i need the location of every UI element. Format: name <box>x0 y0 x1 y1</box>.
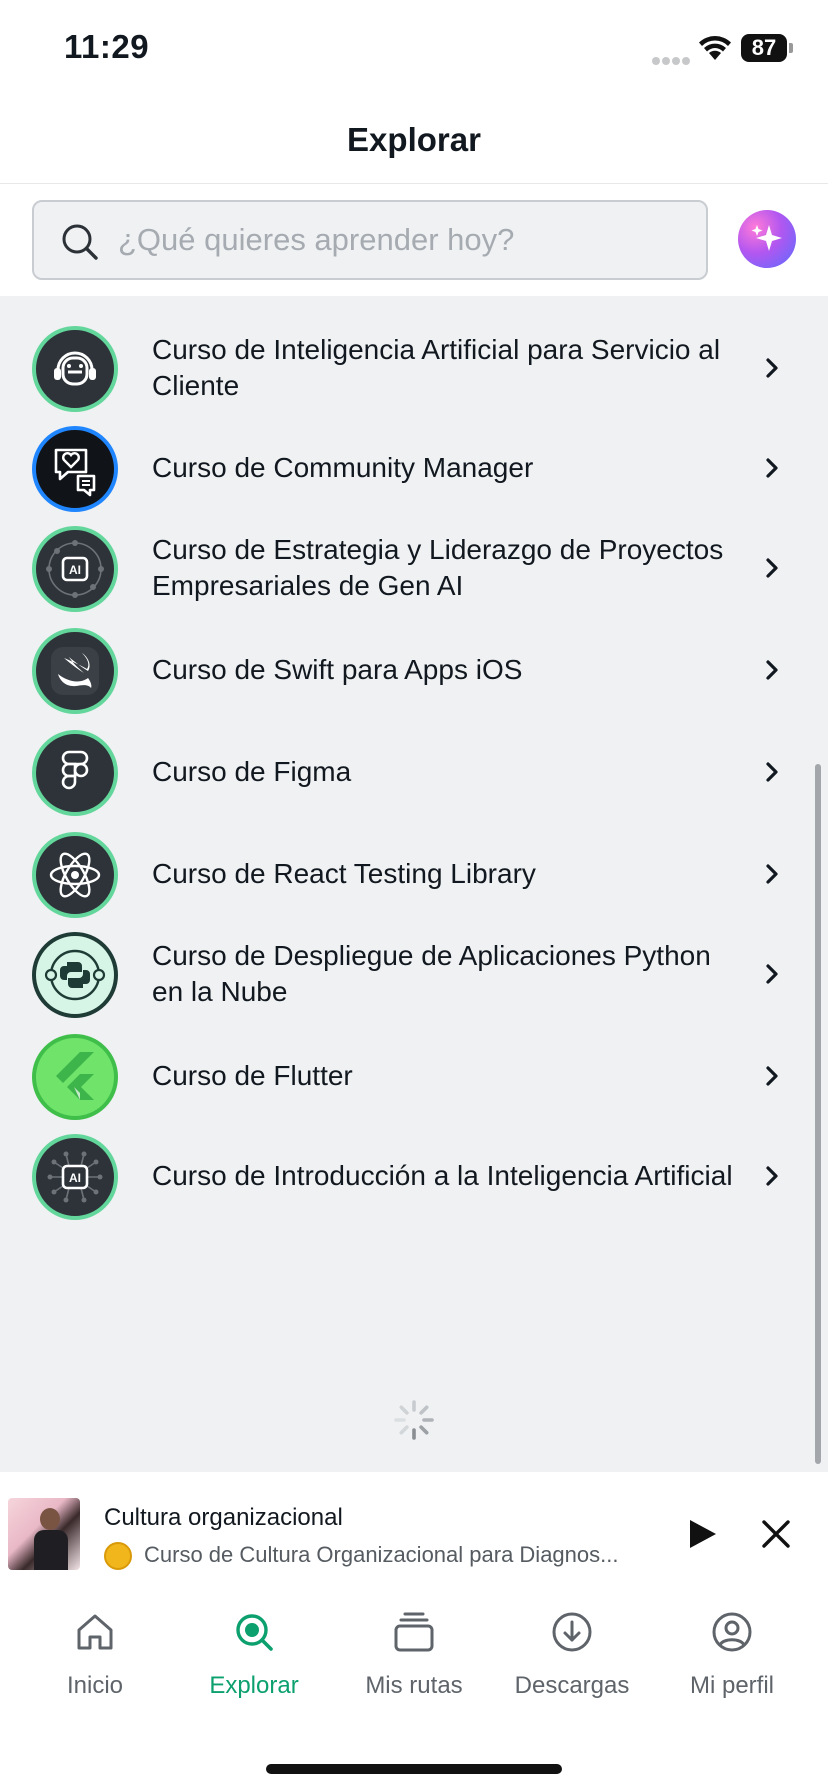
home-indicator <box>266 1764 562 1774</box>
list-item[interactable]: Curso de Inteligencia Artificial para Se… <box>0 312 828 424</box>
nav-header: Explorar <box>0 96 828 184</box>
list-item[interactable]: Curso de Figma <box>0 716 828 828</box>
page-title: Explorar <box>347 121 481 158</box>
ai-assistant-button[interactable] <box>738 210 796 268</box>
course-badge <box>32 730 118 816</box>
course-badge <box>32 932 118 1018</box>
battery-tip <box>789 43 793 53</box>
list-item[interactable]: Curso de Swift para Apps iOS <box>0 614 828 726</box>
tab-label: Explorar <box>209 1672 299 1699</box>
chevron-right-icon <box>766 864 778 884</box>
loading-spinner-icon <box>394 1400 434 1440</box>
chevron-right-icon <box>766 660 778 680</box>
tab-label: Mis rutas <box>365 1672 463 1699</box>
search-input[interactable] <box>118 216 688 264</box>
tab-label: Inicio <box>66 1672 124 1699</box>
search-area <box>0 184 828 296</box>
home-icon <box>77 1614 113 1650</box>
wifi-icon <box>699 36 731 60</box>
course-title: Curso de Despliegue de Aplicaciones Pyth… <box>152 940 711 1007</box>
chevron-right-icon <box>766 1166 778 1186</box>
list-item[interactable]: Curso de Flutter <box>0 1020 828 1132</box>
react-icon <box>49 852 101 898</box>
signal-icon <box>652 52 692 65</box>
search-box[interactable] <box>32 200 708 280</box>
chevron-right-icon <box>766 762 778 782</box>
svg-text:AI: AI <box>69 563 81 577</box>
chevron-right-icon <box>766 458 778 478</box>
download-icon <box>552 1612 592 1652</box>
chevron-right-icon <box>766 964 778 984</box>
chat-heart-icon <box>54 448 96 497</box>
list-item[interactable]: AI Curso de Introducción a la Inteligenc… <box>0 1120 828 1232</box>
tab-label: Mi perfil <box>689 1672 774 1699</box>
course-title: Curso de Inteligencia Artificial para Se… <box>152 334 721 401</box>
svg-text:AI: AI <box>69 1171 81 1185</box>
course-badge <box>32 1034 118 1120</box>
list-item[interactable]: Curso de Despliegue de Aplicaciones Pyth… <box>0 918 828 1030</box>
python-cloud-icon <box>44 949 106 1001</box>
list-item[interactable]: AI Curso de Estrategia y Liderazgo de Pr… <box>0 512 828 624</box>
player-subtitle: Curso de Cultura Organizacional para Dia… <box>144 1542 619 1567</box>
sparkle-icon <box>751 225 782 251</box>
list-item[interactable]: Curso de React Testing Library <box>0 818 828 930</box>
play-icon[interactable] <box>686 1518 718 1550</box>
course-title: Curso de Swift para Apps iOS <box>152 654 523 685</box>
player-thumbnail <box>8 1498 80 1570</box>
close-icon[interactable] <box>760 1518 792 1550</box>
tab-explorar[interactable]: Explorar <box>174 1610 334 1730</box>
ai-network-icon: AI <box>46 540 104 598</box>
chevron-right-icon <box>766 358 778 378</box>
battery-indicator: 87 <box>741 34 787 62</box>
tab-descargas[interactable]: Descargas <box>492 1610 652 1730</box>
tab-bar: Inicio Explorar Mis rutas Descargas Mi p… <box>0 1594 828 1792</box>
chevron-right-icon <box>766 1066 778 1086</box>
course-badge: AI <box>32 1134 118 1220</box>
tab-label: Descargas <box>514 1672 630 1699</box>
course-badge <box>32 832 118 918</box>
headset-robot-icon <box>54 351 96 386</box>
scrollbar[interactable] <box>815 764 821 1464</box>
tab-mis-rutas[interactable]: Mis rutas <box>334 1610 494 1730</box>
list-item[interactable]: Curso de Community Manager <box>0 412 828 524</box>
course-title: Curso de Community Manager <box>152 452 534 483</box>
profile-icon <box>712 1612 752 1652</box>
course-title: Curso de Estrategia y Liderazgo de Proye… <box>152 534 724 601</box>
stack-icon <box>394 1612 434 1652</box>
course-title: Curso de Figma <box>152 756 352 787</box>
figma-icon <box>61 750 89 790</box>
course-title: Curso de React Testing Library <box>152 858 536 889</box>
course-badge <box>32 326 118 412</box>
ai-chip-icon: AI <box>47 1151 103 1203</box>
course-title: Curso de Flutter <box>152 1060 353 1091</box>
flutter-icon <box>56 1052 94 1100</box>
status-bar: 11:29 87 <box>0 0 828 96</box>
chevron-right-icon <box>766 558 778 578</box>
tab-mi-perfil[interactable]: Mi perfil <box>652 1610 812 1730</box>
explore-icon <box>236 1614 273 1651</box>
search-icon <box>62 224 98 260</box>
course-badge <box>32 426 118 512</box>
mini-player[interactable]: Cultura organizacional Curso de Cultura … <box>0 1472 828 1594</box>
course-icon <box>104 1542 132 1570</box>
course-title: Curso de Introducción a la Inteligencia … <box>152 1160 733 1191</box>
status-time: 11:29 <box>64 28 150 65</box>
course-badge: AI <box>32 526 118 612</box>
swift-icon <box>51 647 99 695</box>
tab-inicio[interactable]: Inicio <box>15 1610 175 1730</box>
player-title: Cultura organizacional <box>104 1504 343 1531</box>
course-badge <box>32 628 118 714</box>
